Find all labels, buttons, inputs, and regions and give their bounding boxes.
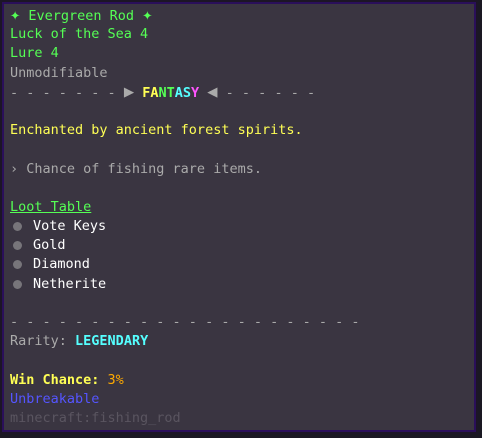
divider-dashes: - - - - - - - [10,84,116,101]
item-id: minecraft:fishing_rod [10,409,181,426]
loot-item: Diamond [10,255,468,274]
category-divider: - - - - - - - ▶ FANTASY ◀ - - - - - - [10,83,468,102]
divider-dashes: - - - - - - [225,84,316,101]
loot-table-title: Loot Table [10,198,92,215]
item-name: Evergreen Rod [28,8,135,24]
loot-item-label: Netherite [33,275,107,292]
rarity-label: Rarity: [10,333,67,350]
win-chance-line: Win Chance: 3% [10,371,468,390]
win-chance-value: 3% [107,371,124,388]
bullet-icon [13,279,22,289]
star-icon: ✦ [142,6,153,25]
loot-item: Netherite [10,275,468,294]
unbreakable-tag: Unbreakable [10,390,100,407]
loot-item: Gold [10,236,468,255]
rarity-value: LEGENDARY [75,333,149,350]
modifiable-note: Unmodifiable [10,64,108,81]
section-divider: - - - - - - - - - - - - - - - - - - - - … [10,314,360,330]
item-tooltip: ✦ Evergreen Rod ✦ Luck of the Sea 4 Lure… [0,0,478,434]
bullet-icon [13,260,22,270]
lore-text: Enchanted by ancient forest spirits. [10,122,303,139]
loot-item-label: Vote Keys [33,218,107,235]
category-label: FANTASY [142,84,200,101]
bullet-icon [13,222,22,232]
enchantment-line: Lure 4 [10,45,59,62]
item-title: ✦ Evergreen Rod ✦ [10,6,468,25]
loot-item: Vote Keys [10,217,468,236]
loot-item-label: Gold [33,237,66,254]
arrow-left-icon: ◀ [207,82,218,102]
loot-item-label: Diamond [33,256,90,273]
star-icon: ✦ [10,6,21,25]
ability-text: › Chance of fishing rare items. [10,160,262,177]
win-chance-label: Win Chance: [10,371,100,388]
bullet-icon [13,241,22,251]
rarity-line: Rarity: LEGENDARY [10,332,468,351]
arrow-right-icon: ▶ [123,82,135,102]
enchantment-line: Luck of the Sea 4 [10,26,149,43]
